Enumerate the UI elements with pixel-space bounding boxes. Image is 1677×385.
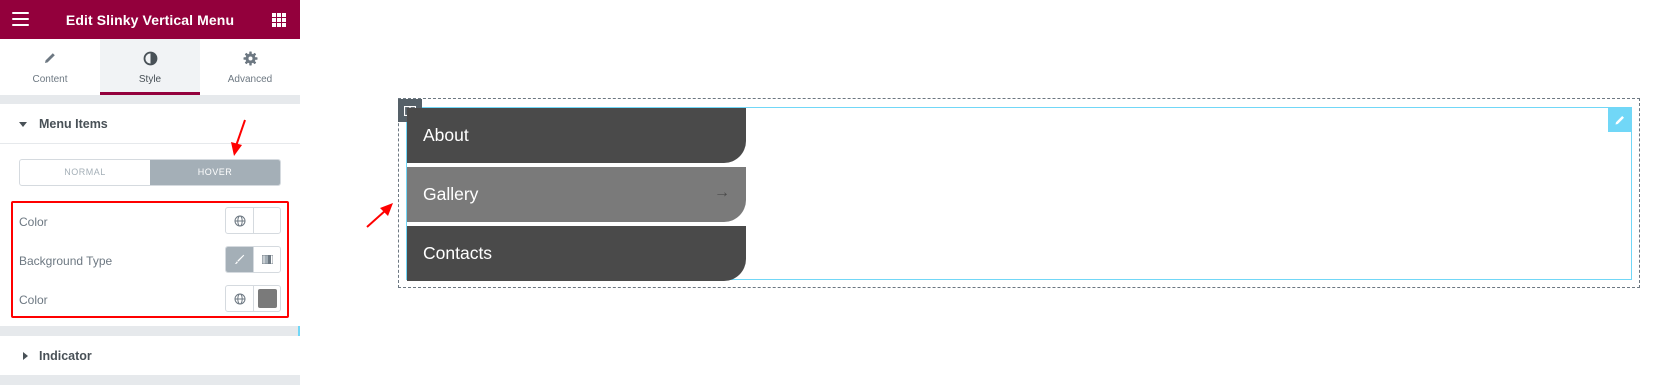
state-tab-hover[interactable]: HOVER	[150, 160, 280, 185]
widgets-grid-icon[interactable]	[272, 13, 286, 27]
arrow-right-icon: →	[714, 184, 730, 201]
menu-item-about[interactable]: About	[407, 108, 746, 163]
caret-right-icon	[23, 352, 28, 360]
pencil-icon	[0, 51, 100, 67]
editor-panel: Edit Slinky Vertical Menu Content Style	[0, 0, 300, 385]
menu-item-gallery[interactable]: Gallery →	[407, 167, 746, 222]
state-tab-normal[interactable]: NORMAL	[20, 160, 150, 185]
tab-advanced[interactable]: Advanced	[200, 39, 300, 95]
half-circle-icon	[100, 51, 200, 67]
annotation-arrow-hover	[231, 119, 246, 156]
caret-down-icon	[19, 122, 27, 127]
tab-content-label: Content	[32, 74, 68, 85]
indicator-section: Indicator	[0, 336, 300, 375]
menu-item-gallery-label: Gallery	[423, 184, 479, 204]
annotation-highlight-box	[11, 201, 289, 318]
panel-header: Edit Slinky Vertical Menu	[0, 0, 300, 39]
tab-style-label: Style	[138, 74, 162, 85]
menu-item-contacts[interactable]: Contacts	[407, 226, 746, 281]
section-divider	[0, 95, 300, 104]
panel-bottom-divider	[0, 375, 300, 385]
indicator-section-header[interactable]: Indicator	[0, 336, 300, 375]
annotation-arrow-gallery	[366, 203, 393, 228]
pencil-icon	[1615, 115, 1624, 124]
menu-item-contacts-label: Contacts	[423, 243, 493, 263]
edit-widget-button[interactable]	[1608, 107, 1632, 132]
tab-advanced-label: Advanced	[227, 74, 273, 85]
menu-item-about-label: About	[423, 125, 469, 145]
panel-title: Edit Slinky Vertical Menu	[65, 11, 235, 28]
indicator-section-title: Indicator	[39, 349, 92, 363]
gear-icon	[200, 51, 300, 67]
tab-style[interactable]: Style	[100, 39, 200, 95]
panel-tabs: Content Style Advanced	[0, 39, 300, 95]
tab-content[interactable]: Content	[0, 39, 100, 95]
menu-items-section-title: Menu Items	[39, 117, 108, 131]
menu-items-section-header[interactable]: Menu Items	[0, 104, 300, 144]
state-toggle: NORMAL HOVER	[19, 159, 281, 186]
